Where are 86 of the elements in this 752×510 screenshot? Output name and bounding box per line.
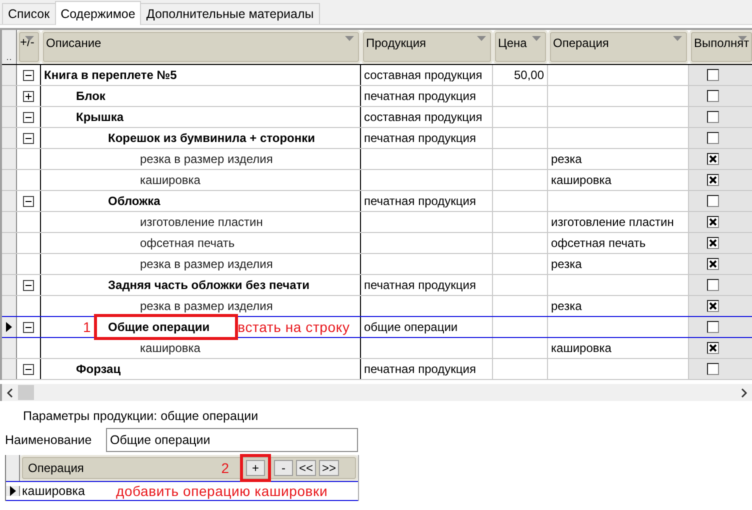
checkbox[interactable]	[707, 321, 719, 333]
tree-toggle-icon[interactable]	[23, 364, 34, 374]
column-header[interactable]: Описание	[41, 30, 361, 64]
move-last-button[interactable]: >>	[319, 460, 340, 476]
tree-toggle-icon[interactable]	[23, 112, 34, 122]
remove-button[interactable]: -	[274, 460, 293, 476]
operation-name: офсетная печать	[551, 236, 646, 250]
row-name: Книга в переплете №5	[44, 68, 177, 82]
operation-name: кашировка	[21, 484, 86, 498]
row-name: Блок	[76, 89, 106, 103]
tree-toggle-icon[interactable]	[23, 196, 34, 206]
row-name: Задняя часть обложки без печати	[108, 278, 310, 292]
tab[interactable]: Дополнительные материалы	[140, 3, 320, 24]
checkbox[interactable]	[707, 90, 719, 102]
name-field[interactable]: Общие операции	[106, 428, 358, 452]
scroll-right-icon[interactable]	[740, 388, 748, 398]
product-type: составная продукция	[364, 110, 482, 124]
checkbox[interactable]	[707, 342, 719, 354]
scroll-thumb[interactable]	[18, 385, 34, 400]
current-row-icon	[10, 486, 16, 496]
row-name: Обложка	[108, 194, 160, 208]
row-selector[interactable]	[6, 486, 20, 496]
tab[interactable]: Список	[2, 3, 56, 24]
checkbox[interactable]	[707, 132, 719, 144]
operation-name: резка	[551, 152, 582, 166]
checkbox[interactable]	[707, 153, 719, 165]
operation-name: резка	[551, 257, 582, 271]
operation-name: кашировка	[551, 173, 612, 187]
step-number: 1	[83, 319, 91, 335]
row-name: резка в размер изделия	[140, 152, 273, 166]
row-name: кашировка	[140, 341, 200, 355]
column-header[interactable]: Цена	[493, 30, 548, 64]
product-type: печатная продукция	[364, 278, 476, 292]
row-name: кашировка	[140, 173, 200, 187]
tree-toggle-icon[interactable]	[23, 322, 34, 332]
checkbox[interactable]	[707, 363, 719, 375]
dropdown-icon	[673, 36, 682, 41]
column-header[interactable]: Продукция	[361, 30, 493, 64]
dropdown-icon	[25, 36, 34, 41]
step-number: 2	[220, 460, 230, 476]
operation-name: кашировка	[551, 341, 612, 355]
tree-toggle-icon[interactable]	[23, 90, 34, 102]
product-type: печатная продукция	[364, 194, 476, 208]
checkbox[interactable]	[707, 69, 719, 81]
dropdown-icon	[477, 36, 486, 41]
row-name: резка в размер изделия	[140, 299, 273, 313]
current-row-icon	[6, 322, 12, 332]
tree-toggle-icon[interactable]	[23, 280, 34, 290]
checkbox[interactable]	[707, 300, 719, 312]
checkbox[interactable]	[707, 216, 719, 228]
row-name: Крышка	[76, 110, 124, 124]
dropdown-icon	[532, 36, 541, 41]
column-header[interactable]: Операция 2 + - << >>	[20, 455, 358, 481]
product-type: печатная продукция	[364, 362, 476, 376]
dropdown-icon	[345, 36, 354, 41]
row-name: Форзац	[76, 362, 121, 376]
product-type: печатная продукция	[364, 131, 476, 145]
instruction-note: добавить операцию кашировки	[116, 483, 328, 499]
checkbox[interactable]	[707, 237, 719, 249]
row-name: изготовление пластин	[140, 215, 263, 229]
checkbox[interactable]	[707, 174, 719, 186]
product-type: составная продукция	[364, 68, 482, 82]
horizontal-scrollbar[interactable]	[0, 384, 752, 401]
checkbox[interactable]	[707, 195, 719, 207]
tree-toggle-icon[interactable]	[23, 132, 34, 144]
operation-name: резка	[551, 299, 582, 313]
section-title: Параметры продукции: общие операции	[22, 408, 260, 425]
checkbox[interactable]	[707, 111, 719, 123]
move-first-button[interactable]: <<	[296, 460, 316, 476]
row-name: резка в размер изделия	[140, 257, 273, 271]
product-type: общие операции	[364, 320, 458, 334]
row-name: Корешок из бумвинила + сторонки	[108, 131, 316, 145]
price-value: 50,00	[514, 68, 544, 82]
column-header[interactable]: Выполнят	[689, 30, 752, 64]
product-type: печатная продукция	[364, 89, 476, 103]
tree-toggle-icon[interactable]	[23, 70, 34, 80]
field-label: Наименование	[5, 433, 93, 447]
tab[interactable]: Содержимое	[54, 1, 142, 25]
scroll-left-icon[interactable]	[6, 388, 14, 398]
checkbox[interactable]	[707, 279, 719, 291]
instruction-note: встать на строку	[238, 319, 350, 335]
checkbox[interactable]	[707, 258, 719, 270]
row-name: офсетная печать	[140, 236, 235, 250]
column-header[interactable]: Операция	[548, 30, 689, 64]
row-selector[interactable]	[2, 317, 17, 337]
operation-name: изготовление пластин	[551, 215, 674, 229]
